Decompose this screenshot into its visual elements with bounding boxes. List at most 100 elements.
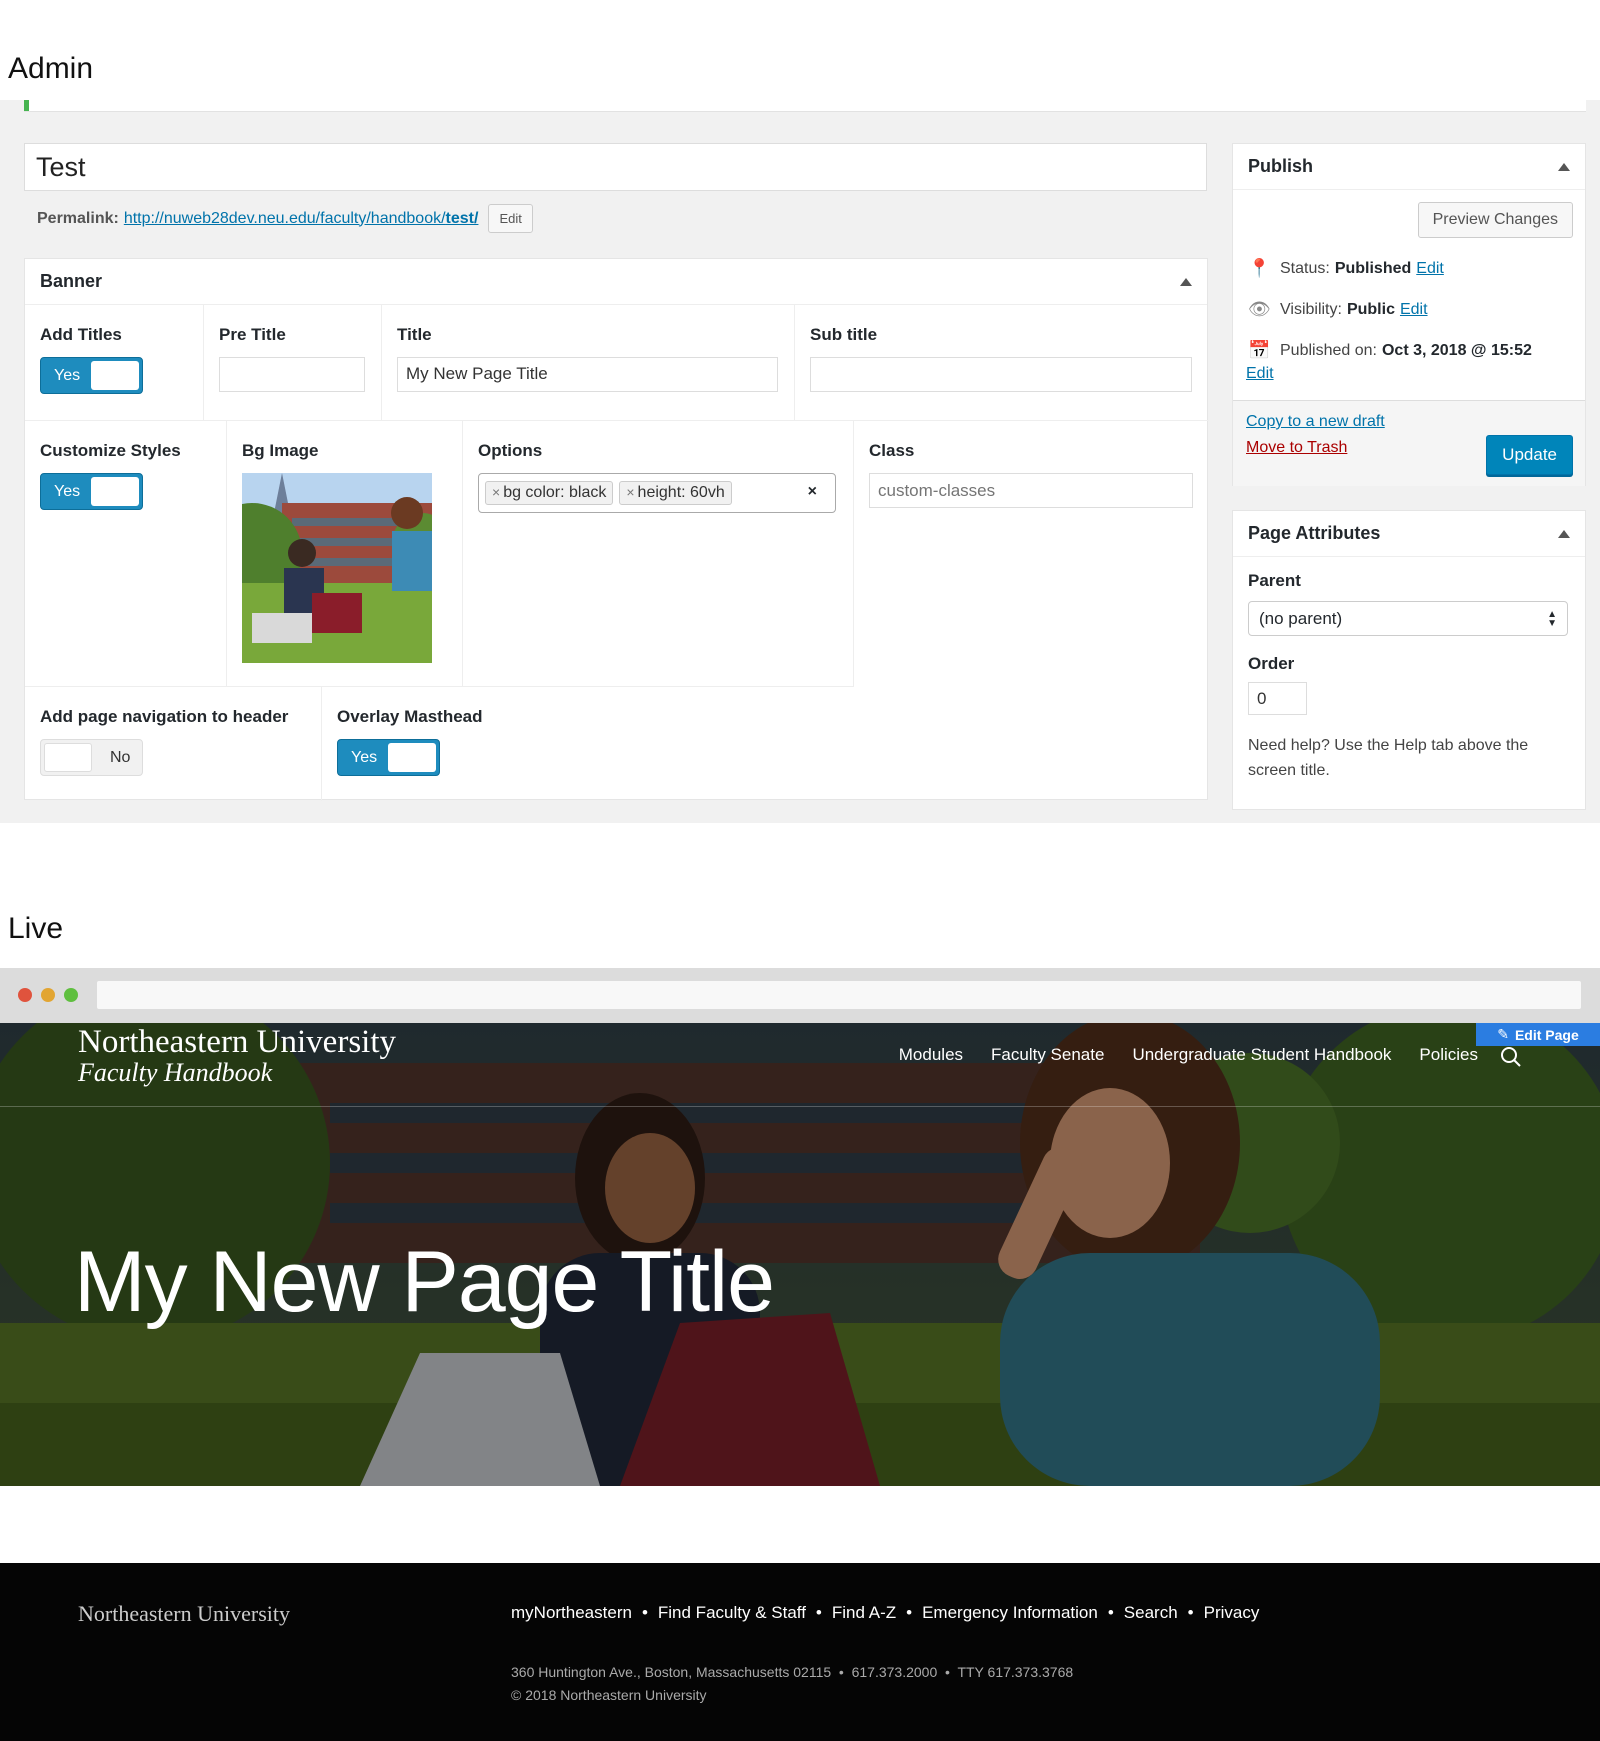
parent-select-value: (no parent) — [1259, 608, 1343, 628]
permalink-edit-button[interactable]: Edit — [488, 204, 533, 233]
bg-image-thumbnail[interactable] — [242, 473, 432, 663]
nav-modules[interactable]: Modules — [899, 1045, 963, 1065]
sub-title-textarea[interactable] — [810, 357, 1192, 392]
preview-changes-button[interactable]: Preview Changes — [1417, 202, 1573, 238]
close-window-dot[interactable] — [18, 988, 32, 1002]
select-arrows-icon: ▲ ▼ — [1547, 608, 1557, 629]
footer-link-mynortheastern[interactable]: myNortheastern — [511, 1603, 632, 1623]
remove-icon[interactable]: × — [492, 484, 500, 500]
class-label: Class — [869, 441, 915, 460]
toggle-knob — [91, 477, 139, 506]
permalink-link[interactable]: http://nuweb28dev.neu.edu/faculty/handbo… — [124, 210, 479, 228]
status-edit-link[interactable]: Edit — [1416, 260, 1444, 278]
footer-link-privacy[interactable]: Privacy — [1204, 1603, 1260, 1623]
copy-draft-link[interactable]: Copy to a new draft — [1246, 413, 1385, 430]
live-heading: Live — [8, 912, 64, 945]
campus-photo-thumbnail — [242, 473, 432, 663]
footer-links: myNortheastern • Find Faculty & Staff • Fi… — [511, 1603, 1259, 1623]
class-input[interactable] — [869, 473, 1193, 508]
page-attributes-box: Page Attributes Parent (no parent) ▲ ▼ Or… — [1232, 510, 1586, 810]
title-label: Title — [397, 325, 432, 344]
status-row: 📍 Status: Published Edit — [1248, 258, 1570, 279]
page-attributes-header[interactable]: Page Attributes — [1233, 511, 1585, 557]
hero-title: My New Page Title — [74, 1234, 775, 1330]
customize-styles-cell: Customize Styles Yes — [25, 421, 227, 687]
toggle-knob — [388, 743, 436, 772]
search-icon[interactable] — [1500, 1046, 1522, 1068]
pre-title-label: Pre Title — [219, 325, 286, 344]
nav-undergraduate-handbook[interactable]: Undergraduate Student Handbook — [1132, 1045, 1391, 1065]
collapse-arrow-icon[interactable] — [1558, 162, 1570, 171]
footer-copyright: © 2018 Northeastern University — [511, 1687, 707, 1703]
class-cell: Class — [854, 421, 1209, 687]
brand-name: Northeastern University — [78, 1024, 396, 1060]
options-select[interactable]: × bg color: black × height: 60vh × — [478, 473, 836, 513]
masthead-divider — [0, 1106, 1600, 1107]
page-nav-toggle[interactable]: No — [40, 739, 143, 776]
visibility-label: Visibility: — [1280, 300, 1342, 318]
collapse-arrow-icon[interactable] — [1558, 529, 1570, 538]
banner-title: Banner — [40, 271, 103, 291]
status-label: Status: — [1280, 259, 1330, 277]
footer-address: 360 Huntington Ave., Boston, Massachuset… — [511, 1664, 1074, 1680]
published-edit-link[interactable]: Edit — [1246, 365, 1274, 382]
pre-title-input[interactable] — [219, 357, 365, 392]
option-tag[interactable]: × bg color: black — [485, 481, 614, 505]
permalink-slug: test/ — [445, 209, 479, 227]
footer-link-find-faculty[interactable]: Find Faculty & Staff — [658, 1603, 806, 1623]
move-to-trash-link[interactable]: Move to Trash — [1246, 439, 1347, 456]
order-input[interactable]: 0 — [1248, 682, 1307, 715]
overlay-toggle[interactable]: Yes — [337, 739, 440, 776]
footer-brand[interactable]: Northeastern University — [78, 1601, 290, 1627]
toggle-no-label: No — [110, 748, 131, 766]
site-footer: Northeastern University myNortheastern • … — [0, 1563, 1600, 1741]
collapse-arrow-icon[interactable] — [1180, 277, 1192, 286]
add-titles-toggle[interactable]: Yes — [40, 357, 143, 394]
title-cell: Title My New Page Title — [382, 305, 795, 421]
sub-title-label: Sub title — [810, 325, 878, 344]
bullet: • — [1187, 1603, 1194, 1622]
overlay-cell: Overlay Masthead Yes — [322, 687, 642, 801]
visibility-value: Public — [1346, 300, 1395, 318]
remove-icon[interactable]: × — [626, 484, 634, 500]
sub-title-cell: Sub title — [795, 305, 1209, 421]
add-titles-cell: Add Titles Yes — [25, 305, 204, 421]
customize-styles-toggle[interactable]: Yes — [40, 473, 143, 510]
admin-heading: Admin — [8, 52, 94, 85]
maximize-window-dot[interactable] — [64, 988, 78, 1002]
option-tag-label: height: 60vh — [637, 484, 725, 501]
update-button[interactable]: Update — [1486, 435, 1573, 475]
banner-box: Banner Add Titles Yes Pre Title Title My… — [24, 258, 1209, 801]
customize-styles-label: Customize Styles — [40, 441, 181, 460]
brand-logo[interactable]: Northeastern University Faculty Handbook — [78, 1025, 396, 1087]
nav-policies[interactable]: Policies — [1419, 1045, 1478, 1065]
minimize-window-dot[interactable] — [41, 988, 55, 1002]
nav-faculty-senate[interactable]: Faculty Senate — [991, 1045, 1104, 1065]
footer-link-find-az[interactable]: Find A-Z — [832, 1603, 896, 1623]
published-row: 📅 Published on: Oct 3, 2018 @ 15:52 — [1248, 340, 1570, 361]
footer-link-search[interactable]: Search — [1124, 1603, 1178, 1623]
published-label: Published on: — [1280, 341, 1377, 359]
clear-options-icon[interactable]: × — [808, 483, 817, 501]
add-titles-label: Add Titles — [40, 325, 122, 344]
title-input[interactable]: My New Page Title — [397, 357, 778, 392]
banner-header[interactable]: Banner — [25, 259, 1207, 305]
parent-select[interactable]: (no parent) ▲ ▼ — [1248, 601, 1568, 636]
publish-title: Publish — [1248, 156, 1314, 176]
publish-header[interactable]: Publish — [1233, 144, 1585, 190]
bullet: • — [815, 1603, 822, 1622]
bg-image-label: Bg Image — [242, 441, 319, 460]
page-nav-cell: Add page navigation to header No — [25, 687, 322, 801]
edit-page-button[interactable]: ✎ Edit Page — [1476, 1023, 1600, 1046]
url-bar[interactable] — [97, 981, 1581, 1009]
calendar-icon: 📅 — [1248, 340, 1271, 360]
post-title-input[interactable]: Test — [24, 143, 1207, 191]
toggle-yes-label: Yes — [351, 748, 378, 766]
edit-page-label: Edit Page — [1514, 1026, 1579, 1043]
footer-link-emergency[interactable]: Emergency Information — [922, 1603, 1098, 1623]
bullet: • — [906, 1603, 913, 1622]
visibility-edit-link[interactable]: Edit — [1400, 301, 1428, 319]
pin-icon: 📍 — [1248, 258, 1271, 278]
option-tag[interactable]: × height: 60vh — [619, 481, 732, 505]
hero-banner: Northeastern University Faculty Handbook… — [0, 1023, 1600, 1486]
